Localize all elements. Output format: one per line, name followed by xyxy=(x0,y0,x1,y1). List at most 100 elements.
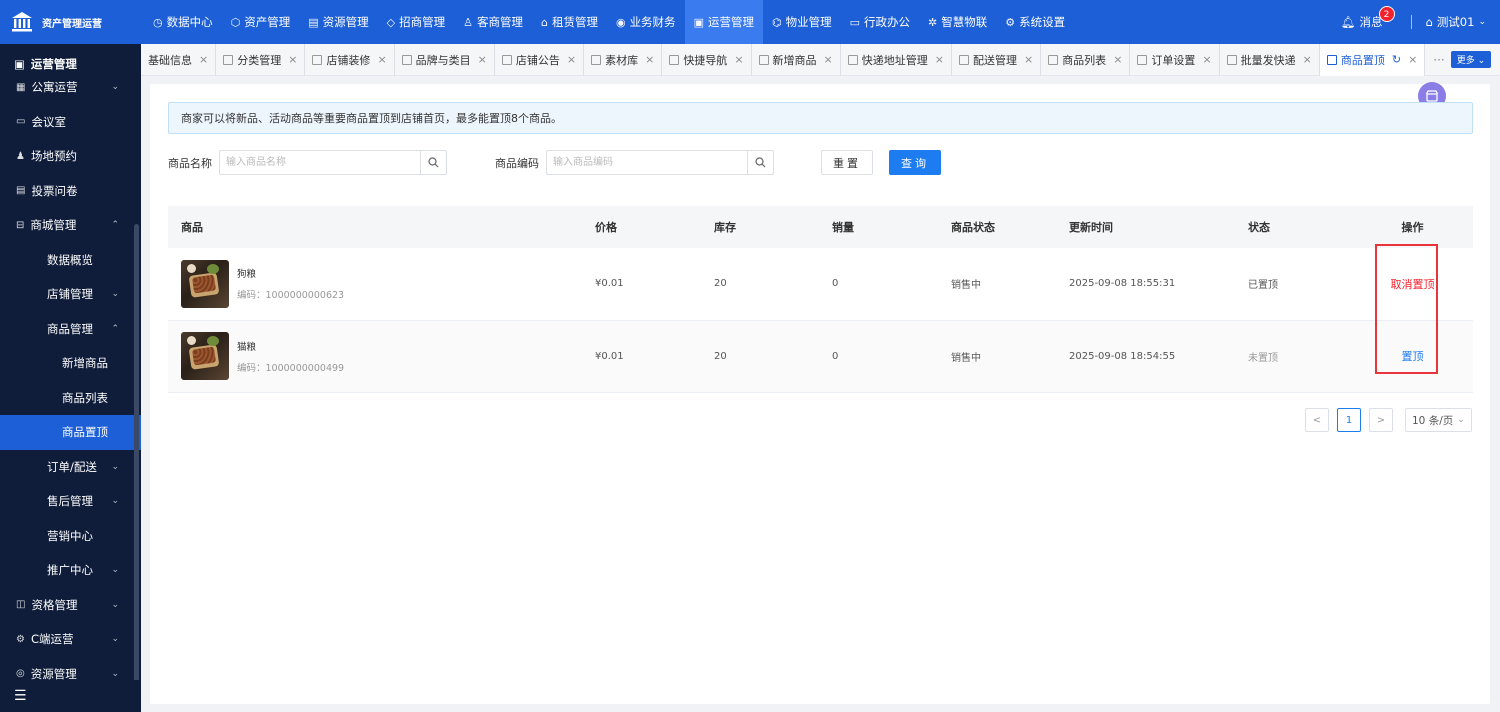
sidebar-item-13[interactable]: 营销中心 xyxy=(0,519,141,554)
column-header: 状态 xyxy=(1248,221,1270,234)
refresh-icon[interactable]: ↻ xyxy=(1392,53,1401,66)
chevron-icon: ⌃ xyxy=(111,323,119,334)
sidebar-item-8[interactable]: 新增商品 xyxy=(0,346,141,381)
product-code-input[interactable] xyxy=(547,151,747,174)
tab-0[interactable]: 基础信息 × xyxy=(141,43,217,76)
page-1-button[interactable]: 1 xyxy=(1337,408,1361,432)
topnav-item-0[interactable]: ◷ 数据中心 xyxy=(144,0,222,44)
page-icon xyxy=(223,54,234,65)
reset-button[interactable]: 重置 xyxy=(821,150,873,175)
sidebar-item-label: 投票问卷 xyxy=(31,183,78,198)
sidebar-item-11[interactable]: 订单/配送 ⌄ xyxy=(0,450,141,485)
close-icon[interactable]: × xyxy=(734,53,743,66)
sidebar-item-7[interactable]: 商品管理 ⌃ xyxy=(0,312,141,347)
app-logo[interactable]: 资产管理运营 xyxy=(0,0,140,44)
prev-page-button[interactable]: < xyxy=(1305,408,1329,432)
topnav-item-7[interactable]: ▣ 运营管理 xyxy=(684,0,763,44)
search-icon[interactable] xyxy=(747,151,773,174)
sidebar-item-10[interactable]: 商品置顶 xyxy=(0,415,141,450)
close-icon[interactable]: × xyxy=(935,53,944,66)
topnav-item-9[interactable]: ▭ 行政办公 xyxy=(841,0,919,44)
messages-button[interactable]: 🔔︎ 消息 2 xyxy=(1341,6,1395,30)
menu-collapse-icon: ☰ xyxy=(14,688,27,704)
page-icon xyxy=(591,54,602,65)
sidebar-item-1[interactable]: ▭ 会议室 xyxy=(0,105,141,140)
sidebar-item-2[interactable]: ♟ 场地预约 xyxy=(0,139,141,174)
tab-4[interactable]: 店铺公告 × xyxy=(495,43,585,76)
sidebar-item-16[interactable]: ⚙ C端运营 ⌄ xyxy=(0,622,141,657)
topnav-item-2[interactable]: ▤ 资源管理 xyxy=(299,0,377,44)
close-icon[interactable]: × xyxy=(377,53,386,66)
next-page-button[interactable]: > xyxy=(1369,408,1393,432)
bank-logo-icon xyxy=(12,12,32,32)
product-thumbnail xyxy=(181,332,229,381)
tab-6[interactable]: 快捷导航 × xyxy=(662,43,752,76)
sidebar-item-0[interactable]: ▦ 公寓运营 ⌄ xyxy=(0,70,141,105)
sidebar-item-icon: ⊟ xyxy=(16,219,25,231)
close-icon[interactable]: × xyxy=(1408,53,1417,66)
sidebar-item-6[interactable]: 店铺管理 ⌄ xyxy=(0,277,141,312)
close-icon[interactable]: × xyxy=(199,53,208,66)
user-menu[interactable]: ⌂ 测试01 ⌄ xyxy=(1426,14,1487,30)
operation-icon: ▣ xyxy=(693,15,704,29)
tab-3[interactable]: 品牌与类目 × xyxy=(395,43,495,76)
close-icon[interactable]: × xyxy=(645,53,654,66)
page-icon xyxy=(1226,54,1237,65)
tab-1[interactable]: 分类管理 × xyxy=(216,43,306,76)
tab-11[interactable]: 订单设置 × xyxy=(1130,43,1220,76)
close-icon[interactable]: × xyxy=(567,53,576,66)
tab-12[interactable]: 批量发快递 × xyxy=(1220,43,1320,76)
close-icon[interactable]: × xyxy=(478,53,487,66)
topnav-item-1[interactable]: ⬡ 资产管理 xyxy=(222,0,300,44)
tab-9[interactable]: 配送管理 × xyxy=(952,43,1042,76)
tab-7[interactable]: 新增商品 × xyxy=(752,43,841,76)
user-name: 测试01 xyxy=(1436,15,1475,29)
tab-13[interactable]: 商品置顶 ↻ × xyxy=(1319,43,1426,76)
product-name-input[interactable] xyxy=(220,151,420,174)
topnav-item-6[interactable]: ◉ 业务财务 xyxy=(607,0,685,44)
cube-icon: ⬡ xyxy=(230,15,241,29)
tab-label: 配送管理 xyxy=(972,53,1017,67)
tab-5[interactable]: 素材库 × xyxy=(584,43,663,76)
operation-icon: ▣ xyxy=(14,57,25,71)
tab-label: 商品置顶 xyxy=(1340,53,1385,67)
sidebar-item-3[interactable]: ▤ 投票问卷 xyxy=(0,174,141,209)
sidebar-item-5[interactable]: 数据概览 xyxy=(0,243,141,278)
topnav-item-5[interactable]: ⌂ 租赁管理 xyxy=(532,0,607,44)
close-icon[interactable]: × xyxy=(1202,53,1211,66)
close-icon[interactable]: × xyxy=(1113,53,1122,66)
product-cell: 狗粮 编码：1000000000623 xyxy=(168,259,581,308)
collapse-menu-button[interactable]: ☰ xyxy=(0,680,141,712)
topnav-item-8[interactable]: ⌬ 物业管理 xyxy=(763,0,841,44)
sidebar-scrollbar[interactable] xyxy=(134,224,139,684)
search-icon[interactable] xyxy=(420,151,446,174)
sidebar-item-9[interactable]: 商品列表 xyxy=(0,381,141,416)
close-icon[interactable]: × xyxy=(824,53,833,66)
page-size-select[interactable]: 10 条/页 ⌄ xyxy=(1405,408,1472,432)
sidebar-item-12[interactable]: 售后管理 ⌄ xyxy=(0,484,141,519)
product-name: 狗粮 xyxy=(237,269,257,281)
search-form: 商品名称 商品编码 重置 查询 xyxy=(168,150,941,175)
topnav-item-11[interactable]: ⚙ 系统设置 xyxy=(996,0,1074,44)
query-button[interactable]: 查询 xyxy=(889,150,941,175)
tabs-overflow-icon[interactable]: ··· xyxy=(1433,53,1444,67)
sidebar-item-4[interactable]: ⊟ 商城管理 ⌃ xyxy=(0,208,141,243)
sidebar-item-label: 订单/配送 xyxy=(47,459,97,474)
tab-10[interactable]: 商品列表 × xyxy=(1041,43,1131,76)
sidebar-item-14[interactable]: 推广中心 ⌄ xyxy=(0,553,141,588)
sidebar-item-15[interactable]: ◫ 资格管理 ⌄ xyxy=(0,588,141,623)
app-title: 资产管理运营 xyxy=(42,18,102,30)
close-icon[interactable]: × xyxy=(288,53,297,66)
topnav-item-4[interactable]: ♙ 客商管理 xyxy=(454,0,532,44)
tab-8[interactable]: 快递地址管理 × xyxy=(841,43,952,76)
chevron-icon: ⌄ xyxy=(111,496,119,507)
product-info: 猫粮 编码：1000000000499 xyxy=(237,339,344,374)
topnav-item-10[interactable]: ✲ 智慧物联 xyxy=(919,0,996,44)
page-size-label: 10 条/页 xyxy=(1412,414,1454,427)
topnav-item-3[interactable]: ◇ 招商管理 xyxy=(378,0,454,44)
close-icon[interactable]: × xyxy=(1024,53,1033,66)
main-panel: 商家可以将新品、活动商品等重要商品置顶到店铺首页，最多能置顶8个商品。 商品名称… xyxy=(150,82,1490,704)
more-tabs-button[interactable]: 更多 ⌄ xyxy=(1450,51,1492,68)
close-icon[interactable]: × xyxy=(1303,53,1312,66)
tab-2[interactable]: 店铺装修 × xyxy=(305,43,395,76)
